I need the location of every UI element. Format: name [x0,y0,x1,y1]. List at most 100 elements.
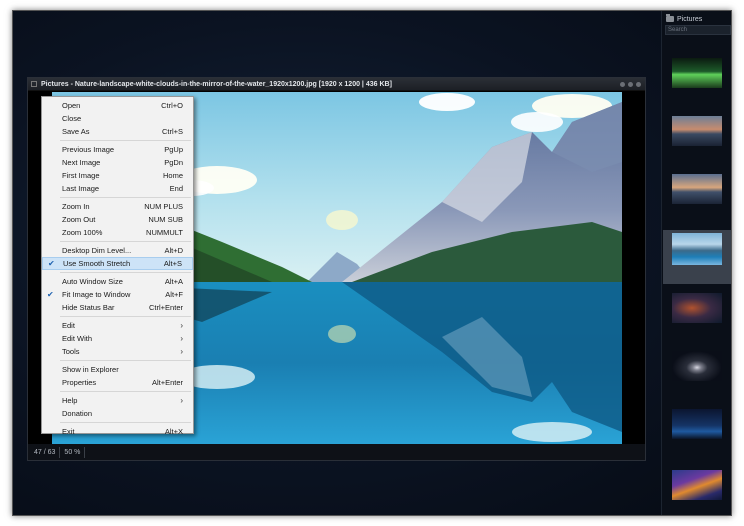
close-button[interactable] [636,81,641,87]
menu-item-shortcut: Alt+S [163,259,182,268]
menu-item-shortcut: Alt+A [164,277,183,286]
menu-item-label: First Image [62,171,100,180]
menu-item-label: Desktop Dim Level... [62,246,132,255]
menu-item-save-as[interactable]: Save As Ctrl+S [42,125,193,138]
menu-item-label: Next Image [62,158,101,167]
menu-item-shortcut: Alt+X [164,427,183,436]
thumbnail-panel-header: Pictures [662,11,731,24]
menu-item-label: Open [62,101,81,110]
window-controls [620,81,645,87]
menu-item-label: Exit [62,427,75,436]
checkmark-icon: ✔ [47,290,54,299]
thumbnail-sunset-landscape[interactable] [672,174,722,204]
thumbnail-panel: Pictures Search [661,11,731,515]
menu-item-label: Use Smooth Stretch [63,259,131,268]
menu-item-zoom-in[interactable]: Zoom In NUM PLUS [42,200,193,213]
submenu-arrow-icon: › [180,334,183,343]
maximize-button[interactable] [628,81,633,87]
menu-item-label: Show in Explorer [62,365,119,374]
menu-item-exit[interactable]: Exit Alt+X [42,425,193,438]
menu-separator [60,241,191,242]
menu-item-label: Edit [62,321,75,330]
menu-item-shortcut: NUM PLUS [144,202,183,211]
menu-item-shortcut: NUMMULT [146,228,183,237]
menu-item-label: Last Image [62,184,100,193]
thumbnail-saturn[interactable] [672,351,722,381]
menu-item-shortcut: Alt+Enter [151,378,183,387]
menu-item-shortcut: NUM SUB [148,215,183,224]
menu-item-next-image[interactable]: Next Image PgDn [42,156,193,169]
checkmark-icon: ✔ [48,259,55,268]
menu-item-shortcut: Alt+D [164,246,183,255]
menu-separator [60,422,191,423]
menu-item-label: Zoom Out [62,215,96,224]
menu-item-label: Previous Image [62,145,115,154]
window-title: Pictures - Nature-landscape-white-clouds… [41,80,392,88]
menu-item-label: Help [62,396,78,405]
menu-item-tools[interactable]: Tools › [42,345,193,358]
thumbnail-green-light-trail[interactable] [672,58,722,88]
submenu-arrow-icon: › [180,396,183,405]
menu-item-edit-with[interactable]: Edit With › [42,332,193,345]
menu-item-label: Tools [62,347,80,356]
thumbnail-nebula[interactable] [672,293,722,323]
menu-separator [60,272,191,273]
menu-item-show-in-explorer[interactable]: Show in Explorer [42,363,193,376]
menu-item-previous-image[interactable]: Previous Image PgUp [42,143,193,156]
menu-item-shortcut: Ctrl+Enter [149,303,183,312]
zoom-level: 50 % [60,446,86,458]
menu-item-zoom-100[interactable]: Zoom 100% NUMMULT [42,226,193,239]
menu-item-use-smooth-stretch[interactable]: ✔ Use Smooth Stretch Alt+S [42,257,193,270]
menu-separator [60,316,191,317]
context-menu: Open Ctrl+O Close Save As Ctrl+S Previous Ima… [41,96,194,436]
menu-item-fit-image-to-window[interactable]: ✔ Fit Image to Window Alt+F [42,288,193,301]
thumbnail-search-input[interactable]: Search [665,25,731,35]
menu-item-edit[interactable]: Edit › [42,319,193,332]
menu-item-hide-status-bar[interactable]: Hide Status Bar Ctrl+Enter [42,301,193,314]
menu-item-help[interactable]: Help › [42,394,193,407]
menu-separator [60,197,191,198]
menu-item-desktop-dim-level[interactable]: Desktop Dim Level... Alt+D [42,244,193,257]
menu-item-shortcut: Ctrl+O [161,101,183,110]
viewer-titlebar[interactable]: Pictures - Nature-landscape-white-clouds… [28,78,645,91]
menu-item-shortcut: End [169,184,183,193]
menu-item-shortcut: PgUp [164,145,183,154]
menu-item-shortcut: Ctrl+S [161,127,183,136]
menu-item-label: Zoom 100% [62,228,103,237]
menu-separator [60,140,191,141]
menu-item-first-image[interactable]: First Image Home [42,169,193,182]
menu-item-label: Close [62,114,82,123]
thumbnail-lake-mountains-selected[interactable] [672,233,722,265]
thumbnail-sunset-mountains[interactable] [672,116,722,146]
menu-item-label: Properties [62,378,97,387]
menu-item-label: Zoom In [62,202,90,211]
menu-separator [60,391,191,392]
image-position: 47 / 63 [30,446,61,458]
folder-icon [666,14,674,22]
menu-item-shortcut: PgDn [164,158,183,167]
menu-item-label: Donation [62,409,93,418]
menu-item-label: Auto Window Size [62,277,123,286]
menu-item-label: Hide Status Bar [62,303,115,312]
menu-item-label: Fit Image to Window [62,290,131,299]
menu-item-shortcut: Home [162,171,183,180]
menu-item-label: Edit With [62,334,93,343]
thumbnail-panel-title: Pictures [677,15,703,23]
menu-item-last-image[interactable]: Last Image End [42,182,193,195]
thumbnail-colorful-waves[interactable] [672,470,722,500]
menu-item-properties[interactable]: Properties Alt+Enter [42,376,193,389]
status-bar: 47 / 63 50 % [28,444,645,460]
submenu-arrow-icon: › [180,321,183,330]
window-menu-icon[interactable] [31,81,37,87]
menu-item-label: Save As [62,127,90,136]
menu-item-close[interactable]: Close [42,112,193,125]
minimize-button[interactable] [620,81,625,87]
submenu-arrow-icon: › [180,347,183,356]
menu-item-open[interactable]: Open Ctrl+O [42,99,193,112]
menu-item-shortcut: Alt+F [165,290,183,299]
menu-item-donation[interactable]: Donation [42,407,193,420]
menu-item-zoom-out[interactable]: Zoom Out NUM SUB [42,213,193,226]
thumbnail-blue-city-night[interactable] [672,409,722,439]
menu-separator [60,360,191,361]
menu-item-auto-window-size[interactable]: Auto Window Size Alt+A [42,275,193,288]
